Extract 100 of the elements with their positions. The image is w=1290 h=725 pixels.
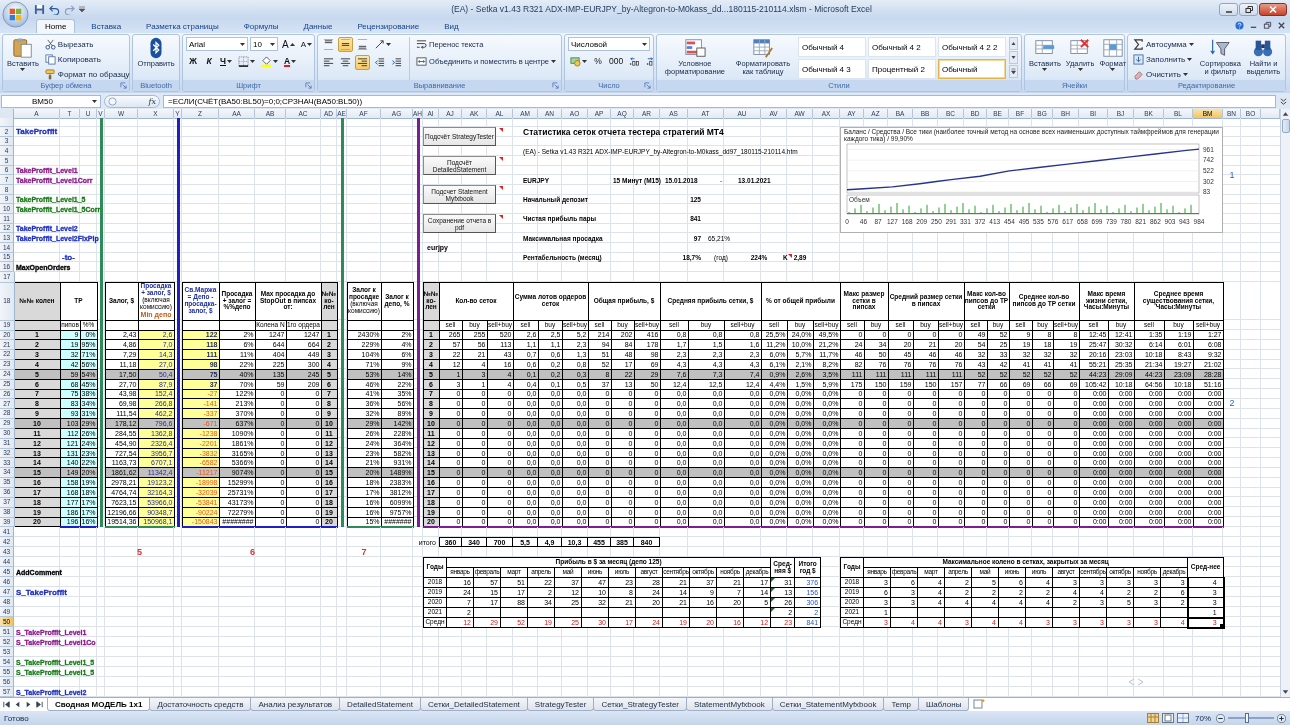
fill-handle-icon[interactable]	[1219, 623, 1223, 627]
align-left-icon	[323, 57, 334, 68]
ribbon-tab[interactable]: Разметка страницы	[137, 19, 228, 33]
cell-style-option[interactable]: Обычный	[938, 59, 1006, 79]
insert-function-button[interactable]: fx	[148, 96, 156, 106]
cell-number: 2	[1229, 399, 1235, 409]
clear-button[interactable]: Очистить	[1131, 67, 1196, 81]
ribbon-tab[interactable]: Формулы	[234, 19, 288, 33]
cut-button[interactable]: Вырезать	[42, 37, 132, 51]
ribbon-tab[interactable]: Рецензирование	[348, 19, 429, 33]
outdent-icon	[374, 57, 385, 68]
formula-field[interactable]: =ЕСЛИ(СЧЁТ(BA50:BL50)=0;0;СРЗНАЧ(BA50:BL50))	[163, 94, 1276, 108]
vertical-scrollbar[interactable]	[1280, 109, 1290, 697]
paint-bucket-icon	[261, 55, 272, 67]
close-icon[interactable]	[1277, 21, 1286, 30]
caret-icon	[250, 59, 255, 63]
borders-button[interactable]	[236, 54, 257, 68]
copy-icon	[44, 53, 56, 65]
more-styles-icon[interactable]	[1009, 65, 1018, 78]
sheet-tab[interactable]: Сводная МОДЕЛЬ 1x1	[47, 698, 151, 711]
previous-sheet-icon[interactable]	[13, 700, 22, 709]
sheet-tab[interactable]: Шаблоны	[918, 698, 970, 711]
save-icon[interactable]	[34, 3, 45, 15]
align-right-button[interactable]	[355, 55, 370, 70]
comment-marker-icon	[787, 254, 792, 258]
ribbon-tab[interactable]: Вставка	[82, 19, 131, 33]
zoom-level[interactable]: 70%	[1195, 713, 1211, 723]
cell-style-option[interactable]: Обычный 4 3	[798, 59, 866, 79]
caret-icon	[1110, 68, 1116, 72]
font-family-dropdown[interactable]: Arial	[186, 37, 248, 51]
bold-button[interactable]: Ж	[186, 54, 200, 68]
page-layout-icon[interactable]	[1162, 713, 1174, 723]
normal-view-icon[interactable]	[1147, 713, 1159, 723]
ribbon-tab[interactable]: Данные	[294, 19, 342, 33]
dialog-launcher-icon[interactable]	[120, 82, 127, 89]
zoom-out-icon[interactable]	[1216, 713, 1225, 723]
sheet-tab[interactable]: Temp	[883, 698, 919, 711]
underline-button[interactable]: Ч	[218, 54, 234, 68]
sheet-tab[interactable]: Анализ результатов	[250, 698, 341, 711]
dialog-launcher-icon[interactable]	[305, 82, 312, 89]
thousands-button[interactable]: 000	[607, 54, 626, 68]
format-painter-button[interactable]: Формат по образцу	[42, 67, 132, 81]
last-sheet-icon[interactable]	[35, 700, 44, 709]
comment-marker-icon	[499, 157, 503, 161]
cell-style-option[interactable]: Обычный 4 2 2	[938, 37, 1006, 57]
table-brush-icon	[751, 37, 774, 59]
dialog-launcher-icon[interactable]	[552, 82, 559, 89]
restore-button[interactable]	[1239, 2, 1258, 16]
page-break-icon[interactable]	[1177, 713, 1189, 723]
sheet-tab[interactable]: Сетки_StrategyTester	[593, 698, 687, 711]
sheet-tab[interactable]: Сетки_StatementMyfxbook	[771, 698, 885, 711]
number-format-dropdown[interactable]: Числовой	[568, 37, 650, 51]
ribbon-tab[interactable]: Вид	[435, 19, 468, 33]
cell-style-option[interactable]: Обычный 4	[798, 37, 866, 57]
minimize-button[interactable]	[1219, 2, 1238, 16]
top-align-button[interactable]	[321, 37, 336, 52]
bottom-align-button[interactable]	[355, 37, 370, 52]
circle-handle-icon[interactable]	[108, 96, 117, 106]
name-box[interactable]: BM50	[1, 94, 101, 108]
borders-icon	[238, 55, 249, 67]
caret-icon	[1042, 68, 1048, 72]
caret-icon	[291, 59, 297, 63]
italic-button[interactable]: К	[202, 54, 216, 68]
font-color-button[interactable]: A	[282, 54, 299, 68]
caret-icon	[307, 42, 312, 46]
wrap-text-icon	[416, 38, 428, 50]
restore-icon[interactable]	[1263, 21, 1272, 30]
expand-icon[interactable]	[1279, 96, 1288, 106]
scroll-up-icon[interactable]	[1009, 37, 1018, 50]
first-sheet-icon[interactable]	[2, 700, 11, 709]
caret-icon[interactable]	[79, 6, 85, 12]
zoom-slider[interactable]	[1228, 713, 1274, 723]
scroll-thumb[interactable]	[1281, 119, 1290, 133]
zoom-slider-thumb[interactable]	[1245, 713, 1250, 723]
fill-color-button[interactable]	[259, 54, 280, 68]
currency-button[interactable]	[568, 54, 589, 68]
scroll-down-icon[interactable]	[1009, 51, 1018, 64]
zoom-in-icon[interactable]	[1277, 713, 1286, 723]
next-sheet-icon[interactable]	[24, 700, 33, 709]
cell-style-option[interactable]: Процентный 2	[868, 59, 936, 79]
ribbon-tab[interactable]: Home	[36, 19, 76, 33]
fill-button[interactable]: Заполнить	[1131, 52, 1196, 66]
shrink-font-button[interactable]: A	[298, 37, 314, 51]
autosum-button[interactable]: Автосумма	[1131, 37, 1196, 51]
comment-marker-icon	[499, 128, 503, 132]
middle-align-button[interactable]	[338, 37, 353, 52]
font-size-dropdown[interactable]: 10	[250, 37, 278, 51]
copy-button[interactable]: Копировать	[42, 52, 132, 66]
undo-icon[interactable]	[49, 3, 60, 15]
cell-style-option[interactable]: Обычный 4 2	[868, 37, 936, 57]
dialog-launcher-icon[interactable]	[644, 82, 651, 89]
sheet-tab[interactable]: StatementMyfxbook	[686, 698, 773, 711]
percent-button[interactable]: %	[591, 54, 605, 68]
sheet-tab[interactable]: Сетки_DetailedStatement	[419, 698, 528, 711]
close-button[interactable]	[1259, 2, 1287, 16]
grow-font-button[interactable]: A	[280, 37, 297, 51]
sheet-tab[interactable]: DetailedStatement	[339, 698, 421, 711]
sheet-tab[interactable]: StrategyTester	[526, 698, 595, 711]
sheet-tab[interactable]: Достаточность средств	[149, 698, 252, 711]
help-icon[interactable]	[1235, 21, 1244, 30]
